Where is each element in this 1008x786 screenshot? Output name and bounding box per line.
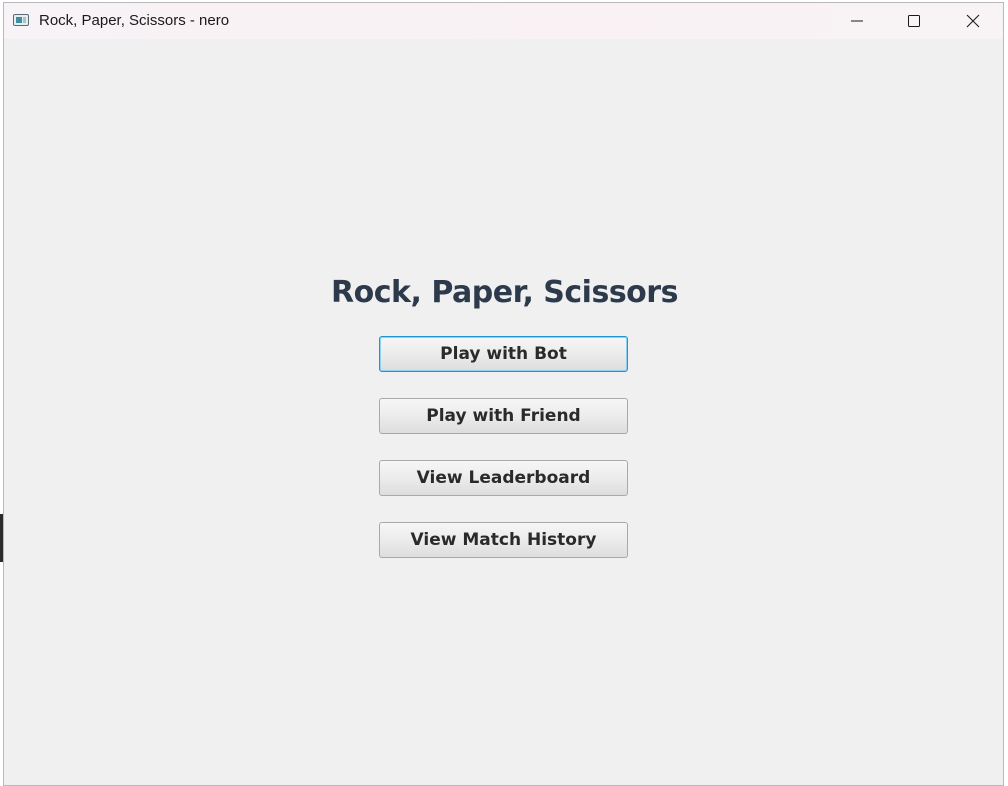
minimize-icon [851, 20, 863, 22]
close-button[interactable] [950, 3, 996, 39]
main-content: Rock, Paper, Scissors Play with Bot Play… [4, 39, 1003, 785]
page-title: Rock, Paper, Scissors [331, 275, 678, 310]
close-icon [966, 14, 980, 28]
maximize-button[interactable] [891, 3, 937, 39]
play-with-bot-button[interactable]: Play with Bot [379, 336, 628, 372]
app-window: Rock, Paper, Scissors - nero Rock, Paper… [3, 2, 1004, 786]
play-with-friend-button[interactable]: Play with Friend [379, 398, 628, 434]
view-match-history-button[interactable]: View Match History [379, 522, 628, 558]
window-title: Rock, Paper, Scissors - nero [39, 12, 230, 29]
app-window-icon [13, 14, 29, 26]
view-leaderboard-button[interactable]: View Leaderboard [379, 460, 628, 496]
title-bar[interactable]: Rock, Paper, Scissors - nero [4, 3, 1003, 39]
maximize-icon [908, 15, 920, 27]
minimize-button[interactable] [834, 3, 880, 39]
